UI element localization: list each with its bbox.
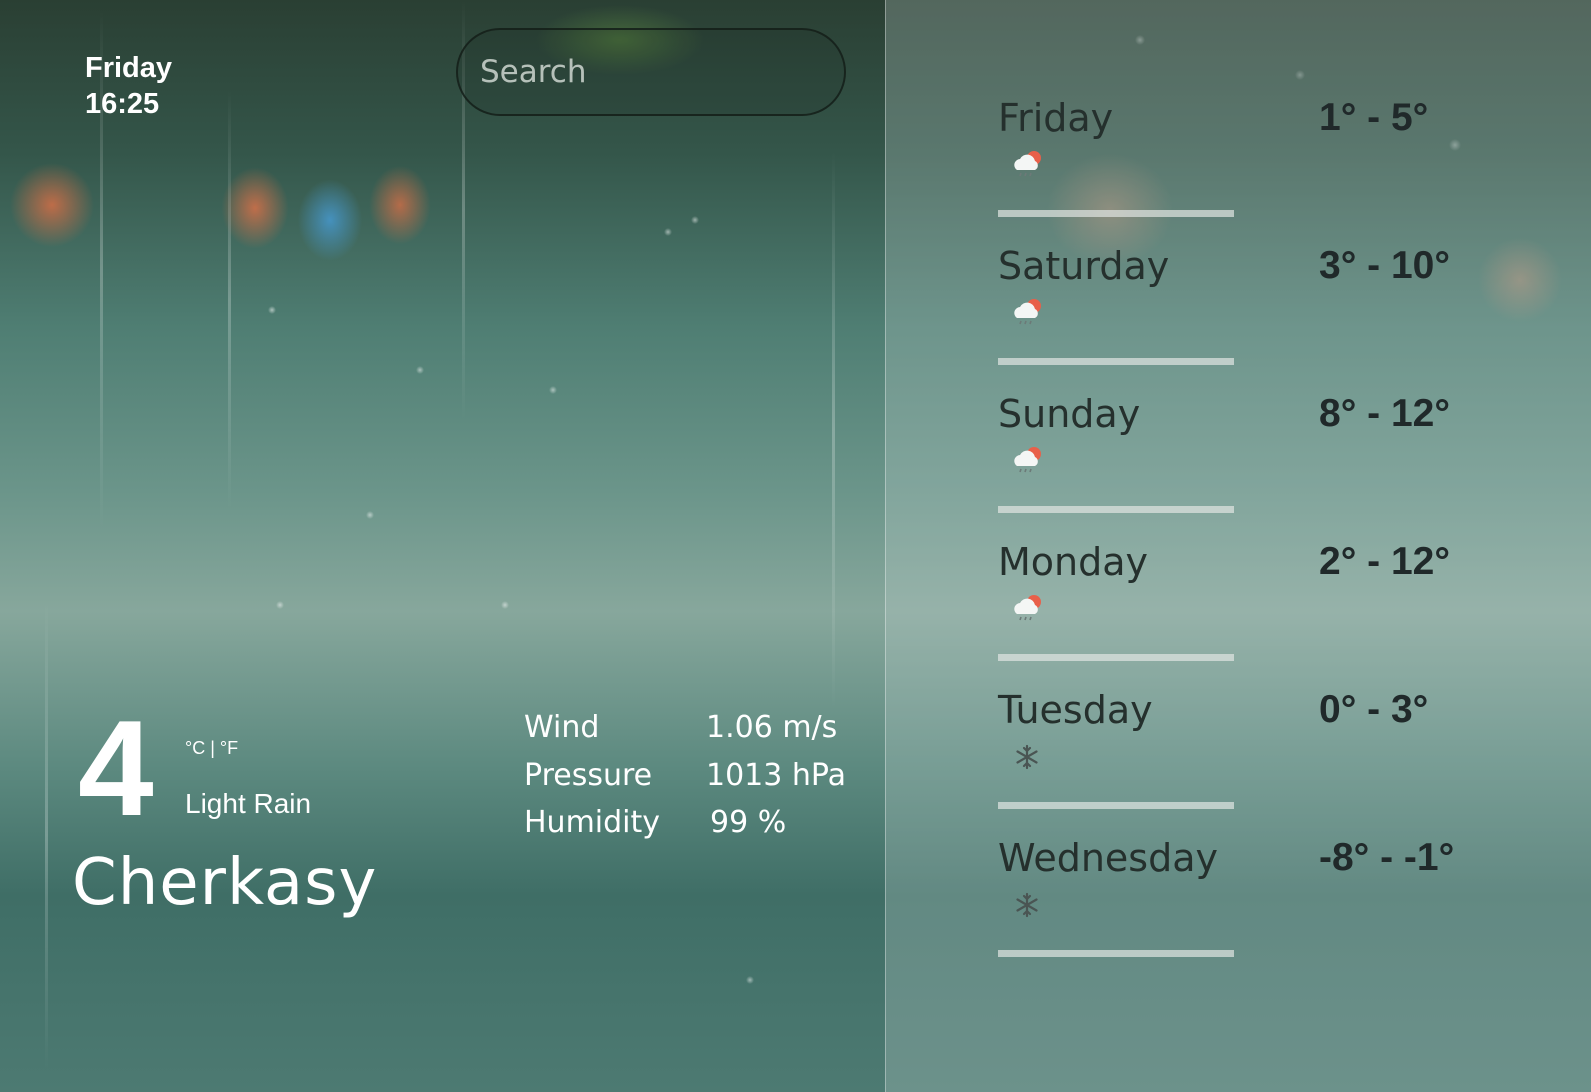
forecast-temp-range: -8° - -1° xyxy=(1319,836,1455,879)
forecast-divider xyxy=(998,506,1234,513)
forecast-temp-range: 8° - 12° xyxy=(1319,392,1450,435)
search-input[interactable] xyxy=(478,53,873,91)
detail-value: 99 % xyxy=(710,805,787,841)
current-temperature: 4 xyxy=(78,692,154,844)
detail-value: 1.06 m/s xyxy=(706,710,838,746)
forecast-temp-range: 0° - 3° xyxy=(1319,688,1429,731)
detail-label: Wind xyxy=(524,710,600,746)
current-time: 16:25 xyxy=(85,88,160,120)
forecast-divider xyxy=(998,950,1234,957)
rain-streak xyxy=(832,150,835,710)
forecast-divider xyxy=(998,802,1234,809)
forecast-day: Saturday xyxy=(998,244,1170,288)
forecast-temp-range: 3° - 10° xyxy=(1319,244,1450,287)
detail-wind: Wind 1.06 m/s xyxy=(524,704,846,752)
forecast-day: Wednesday xyxy=(998,836,1219,880)
unit-celsius-toggle[interactable]: °C xyxy=(185,738,205,758)
forecast-day: Sunday xyxy=(998,392,1141,436)
rain-streak xyxy=(228,90,231,510)
detail-label: Pressure xyxy=(524,757,653,793)
unit-separator: | xyxy=(205,738,220,758)
forecast-panel: Friday 1° - 5° Saturday 3° - 10° Sunday … xyxy=(885,0,1591,1092)
rain-cloud-sun-icon xyxy=(1014,299,1041,325)
snowflake-icon xyxy=(1016,744,1038,770)
rain-cloud-sun-icon xyxy=(1014,447,1041,473)
forecast-day: Tuesday xyxy=(998,688,1153,732)
detail-value: 1013 hPa xyxy=(706,757,847,793)
forecast-row: Monday 2° - 12° xyxy=(998,540,1591,688)
current-day: Friday xyxy=(85,52,173,84)
detail-pressure: Pressure 1013 hPa xyxy=(524,752,846,800)
weather-app: Friday 16:25 4 °C | °F Light Rain Cherka… xyxy=(0,0,1591,1092)
forecast-temp-range: 2° - 12° xyxy=(1319,540,1450,583)
date-time: Friday 16:25 xyxy=(85,50,172,122)
city-name: Cherkasy xyxy=(72,846,378,920)
weather-condition: Light Rain xyxy=(185,788,312,819)
rain-cloud-sun-icon xyxy=(1014,595,1041,621)
snowflake-icon xyxy=(1016,892,1038,918)
detail-label: Humidity xyxy=(524,805,661,841)
unit-fahrenheit-toggle[interactable]: °F xyxy=(220,738,238,758)
forecast-row: Friday 1° - 5° xyxy=(998,96,1591,244)
rain-streak xyxy=(45,600,48,1070)
search-bar xyxy=(456,28,873,116)
detail-humidity: Humidity 99 % xyxy=(524,799,846,847)
forecast-temp-range: 1° - 5° xyxy=(1319,96,1429,139)
rain-cloud-sun-icon xyxy=(1014,151,1041,177)
forecast-row: Sunday 8° - 12° xyxy=(998,392,1591,540)
weather-details: Wind 1.06 m/s Pressure 1013 hPa Humidity… xyxy=(524,704,846,847)
forecast-divider xyxy=(998,654,1234,661)
unit-toggle: °C | °F xyxy=(185,738,238,759)
forecast-row: Wednesday -8° - -1° xyxy=(998,836,1591,984)
forecast-day: Friday xyxy=(998,96,1114,140)
forecast-divider xyxy=(998,358,1234,365)
forecast-divider xyxy=(998,210,1234,217)
forecast-day: Monday xyxy=(998,540,1149,584)
forecast-row: Saturday 3° - 10° xyxy=(998,244,1591,392)
forecast-row: Tuesday 0° - 3° xyxy=(998,688,1591,836)
